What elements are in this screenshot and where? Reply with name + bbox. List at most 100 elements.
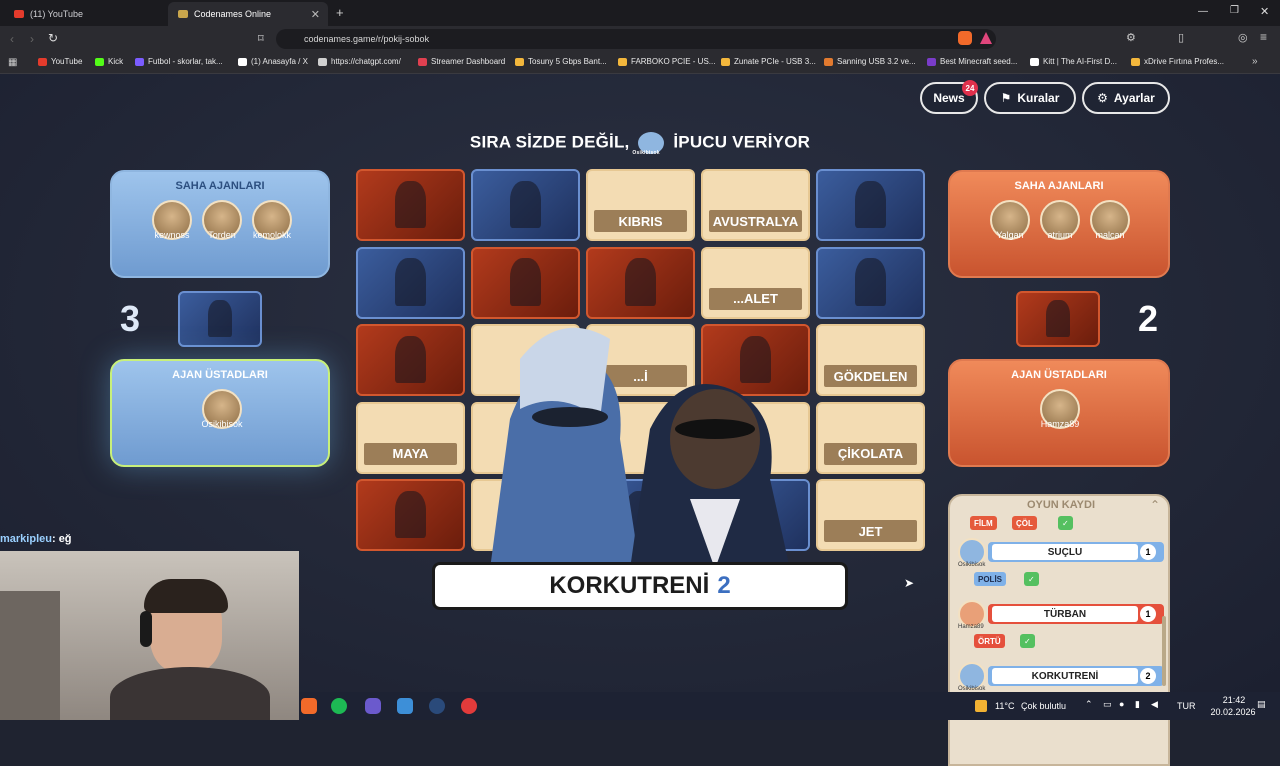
vpn-icon[interactable]: ◎ <box>1238 31 1248 44</box>
bookmark-item[interactable]: Zunate PCIe - USB 3... <box>721 57 816 66</box>
log-scrollbar[interactable] <box>1162 616 1166 686</box>
reload-icon[interactable]: ↻ <box>48 31 58 45</box>
bookmarks-bar: ▦ YouTube Kick Futbol - skorlar, tak... … <box>0 52 1280 74</box>
discord-icon[interactable] <box>365 698 381 714</box>
chevron-up-icon[interactable]: ⌃ <box>1085 699 1093 710</box>
word-card[interactable] <box>471 401 580 474</box>
x-icon <box>238 57 247 66</box>
bookmark-item[interactable]: xDrive Fırtına Profes... <box>1131 57 1224 66</box>
word-card[interactable] <box>586 246 695 319</box>
word-card[interactable] <box>701 324 810 396</box>
panel-title: SAHA AJANLARI <box>1014 180 1104 192</box>
word-card[interactable]: MAYA <box>356 401 465 474</box>
chevron-up-icon[interactable]: ⌃ <box>1150 498 1160 512</box>
word-card[interactable] <box>471 479 580 551</box>
bookmark-item[interactable]: Sanning USB 3.2 ve... <box>824 57 916 66</box>
tab-codenames[interactable]: Codenames Online ✕ <box>168 2 328 26</box>
minimize-button[interactable]: — <box>1198 6 1208 17</box>
agent-figure <box>394 490 427 539</box>
red-agent-card <box>1016 291 1100 347</box>
sidebar-icon[interactable]: ▯ <box>1178 31 1184 44</box>
tab-youtube[interactable]: (11) YouTube <box>4 2 164 26</box>
word-card[interactable]: JET <box>816 479 925 551</box>
more-bookmarks-icon[interactable]: » <box>1252 56 1258 67</box>
word-card[interactable] <box>471 246 580 319</box>
brave-icon[interactable] <box>301 698 317 714</box>
word-card[interactable] <box>471 324 580 396</box>
notifications-icon[interactable]: ▤ <box>1257 699 1266 710</box>
youtube-icon <box>38 57 47 66</box>
word-card[interactable] <box>701 479 810 551</box>
word-card[interactable] <box>356 479 465 551</box>
word-card[interactable] <box>356 246 465 319</box>
close-tab-icon[interactable]: ✕ <box>311 8 320 21</box>
word-card[interactable]: KIBRIS <box>586 169 695 241</box>
word-card[interactable]: GÖKDELEN <box>816 324 925 396</box>
new-tab-button[interactable]: + <box>336 5 344 20</box>
word-card[interactable] <box>701 401 810 474</box>
card-word: JET <box>824 520 917 542</box>
network-icon[interactable]: ▭ <box>1103 699 1112 710</box>
steam-icon[interactable] <box>429 698 445 714</box>
agent-figure <box>739 335 772 384</box>
apps-icon[interactable]: ▦ <box>8 57 17 68</box>
mouse-cursor-icon: ➤ <box>904 576 915 590</box>
word-card[interactable] <box>816 246 925 319</box>
card-word: ...İ <box>594 365 687 387</box>
brave-shield-icon[interactable] <box>958 31 972 45</box>
bookmark-item[interactable]: Best Minecraft seed... <box>927 57 1017 66</box>
bookmark-item[interactable]: Kitt | The AI-First D... <box>1030 57 1117 66</box>
bookmark-item[interactable]: Streamer Dashboard <box>418 57 505 66</box>
word-card[interactable]: AVUSTRALYA <box>701 169 810 241</box>
restore-button[interactable]: ❐ <box>1230 5 1239 16</box>
volume-icon[interactable]: ◀ <box>1151 699 1158 710</box>
word-card[interactable] <box>586 479 695 551</box>
battery-icon[interactable]: ▮ <box>1135 699 1140 710</box>
bookmark-item[interactable]: FARBOKO PCIE - US... <box>618 57 715 66</box>
forward-icon[interactable]: › <box>30 32 34 46</box>
bookmark-item[interactable]: Kick <box>95 57 123 66</box>
back-icon[interactable]: ‹ <box>10 32 14 46</box>
stream-chat-line: markipleu: eğ <box>0 533 72 545</box>
language-indicator[interactable]: TUR <box>1177 701 1196 711</box>
blue-spymasters-panel: AJAN ÜSTADLARI Osikibisok <box>110 359 330 467</box>
chatgpt-icon <box>318 57 327 66</box>
settings-button[interactable]: ⚙ Ayarlar <box>1082 82 1170 114</box>
youtube-icon <box>14 10 24 18</box>
chat-message: : eğ <box>51 533 72 545</box>
bookmark-label: Zunate PCIe - USB 3... <box>734 57 816 66</box>
microphone-icon[interactable]: ● <box>1119 699 1124 709</box>
bookmark-item[interactable]: Futbol - skorlar, tak... <box>135 57 223 66</box>
check-icon: ✓ <box>1024 572 1039 586</box>
rules-button[interactable]: ⚑ Kuralar <box>984 82 1076 114</box>
app-icon[interactable] <box>397 698 413 714</box>
bookmark-item[interactable]: YouTube <box>38 57 82 66</box>
news-button[interactable]: News 24 <box>920 80 978 114</box>
obs-icon[interactable] <box>461 698 477 714</box>
menu-icon[interactable]: ≡ <box>1260 30 1267 44</box>
close-window-button[interactable]: ✕ <box>1260 5 1269 18</box>
word-card[interactable] <box>356 169 465 241</box>
site-icon <box>418 57 427 66</box>
word-card[interactable]: ...İ <box>586 324 695 396</box>
panel-title: AJAN ÜSTADLARI <box>172 369 268 381</box>
clock-time[interactable]: 21:42 <box>1211 695 1257 705</box>
word-card[interactable] <box>586 401 695 474</box>
extensions-icon[interactable]: ⚙ <box>1126 31 1136 44</box>
word-card[interactable] <box>471 169 580 241</box>
bookmark-item[interactable]: (1) Anasayfa / X <box>238 57 308 66</box>
word-card[interactable]: ...ALET <box>701 246 810 319</box>
word-card[interactable] <box>816 169 925 241</box>
streamer-hair <box>144 579 228 613</box>
word-card[interactable] <box>356 324 465 396</box>
bookmark-item[interactable]: Tosuny 5 Gbps Bant... <box>515 57 607 66</box>
bookmark-label: Kick <box>108 57 124 66</box>
spotify-icon[interactable] <box>331 698 347 714</box>
bookmark-item[interactable]: https://chatgpt.com/ <box>318 57 401 66</box>
clock-date[interactable]: 20.02.2026 <box>1205 707 1261 717</box>
address-bar[interactable]: codenames.game/r/pokij-sobok <box>276 29 996 49</box>
bookmark-icon[interactable]: ⌑ <box>258 32 264 45</box>
word-card[interactable]: ÇİKOLATA <box>816 401 925 474</box>
log-count: 1 <box>1140 544 1156 560</box>
amazon-icon <box>618 57 627 66</box>
